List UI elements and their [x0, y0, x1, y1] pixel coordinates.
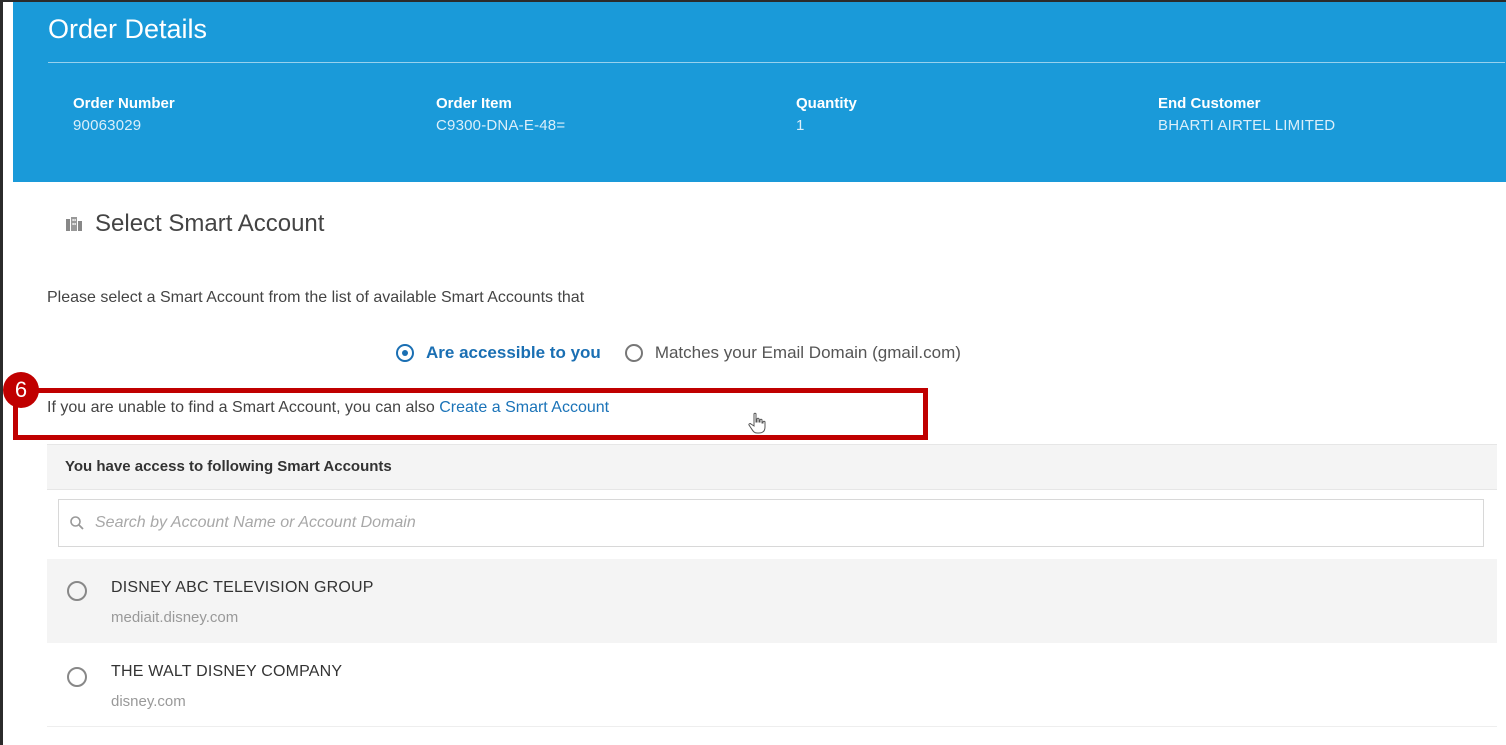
filter-email-domain-label: Matches your Email Domain (gmail.com)	[654, 343, 961, 362]
account-search-box[interactable]	[58, 499, 1484, 547]
select-smart-account-heading: Select Smart Account	[65, 210, 324, 238]
end-customer-value: BHARTI AIRTEL LIMITED	[1158, 117, 1336, 134]
order-item-label: Order Item	[436, 95, 512, 112]
section-title: Select Smart Account	[95, 210, 325, 237]
end-customer-label: End Customer	[1158, 95, 1261, 112]
page-frame: Order Details Order Number 90063029 Orde…	[0, 0, 1506, 745]
account-name: DISNEY ABC TELEVISION GROUP	[111, 579, 374, 596]
hand-cursor-icon	[748, 412, 766, 439]
account-radio[interactable]	[67, 667, 87, 687]
end-customer-field: End Customer BHARTI AIRTEL LIMITED	[1158, 95, 1335, 134]
filter-accessible-label: Are accessible to you	[426, 343, 601, 362]
radio-email-domain[interactable]	[624, 344, 643, 362]
account-filter-group: Are accessible to you Matches your Email…	[396, 343, 961, 363]
annotation-step-badge: 6	[3, 372, 39, 408]
radio-accessible[interactable]	[396, 344, 414, 362]
filter-accessible-option[interactable]: Are accessible to you	[396, 343, 601, 363]
account-search-input[interactable]	[93, 513, 1477, 533]
building-icon	[65, 216, 83, 232]
account-radio[interactable]	[67, 581, 87, 601]
accounts-header-text: You have access to following Smart Accou…	[65, 458, 392, 475]
filter-email-domain-option[interactable]: Matches your Email Domain (gmail.com)	[624, 343, 961, 363]
account-name: THE WALT DISNEY COMPANY	[111, 663, 343, 680]
annotation-highlight-box	[13, 388, 928, 440]
order-details-header: Order Details Order Number 90063029 Orde…	[13, 2, 1506, 182]
quantity-value: 1	[796, 117, 805, 134]
order-item-field: Order Item C9300-DNA-E-48=	[436, 95, 565, 134]
order-item-value: C9300-DNA-E-48=	[436, 117, 566, 134]
accounts-list-header: You have access to following Smart Accou…	[47, 444, 1497, 490]
account-domain: mediait.disney.com	[111, 609, 239, 626]
instruction-text: Please select a Smart Account from the l…	[47, 289, 585, 306]
account-list-item[interactable]: THE WALT DISNEY COMPANY disney.com	[47, 643, 1497, 727]
account-domain: disney.com	[111, 693, 186, 710]
quantity-field: Quantity 1	[796, 95, 857, 134]
order-number-label: Order Number	[73, 95, 175, 112]
order-number-value: 90063029	[73, 117, 142, 134]
header-divider	[48, 62, 1505, 63]
search-icon	[69, 515, 85, 531]
account-list-item[interactable]: DISNEY ABC TELEVISION GROUP mediait.disn…	[47, 559, 1497, 643]
order-number-field: Order Number 90063029	[73, 95, 175, 134]
order-details-title: Order Details	[48, 14, 208, 44]
quantity-label: Quantity	[796, 95, 857, 112]
